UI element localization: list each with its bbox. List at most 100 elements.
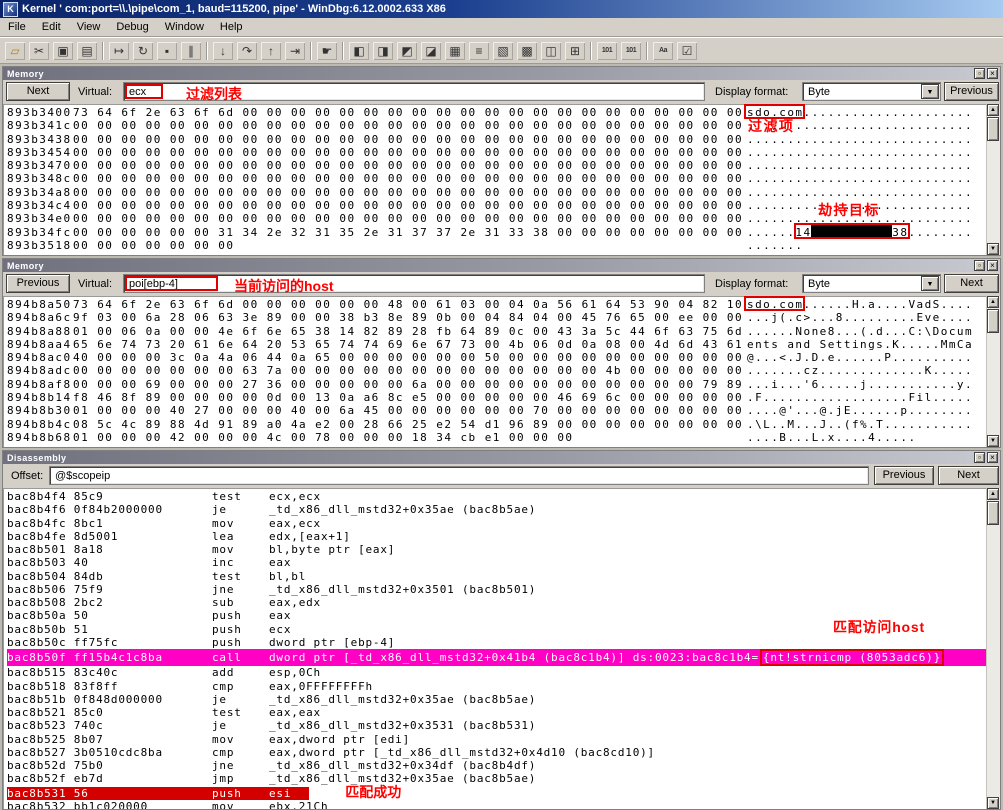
disassembly-row[interactable]: bac8b4fc 8bc1moveax,ecx [7,517,1000,530]
scroll-down-icon[interactable]: ▼ [987,243,999,255]
disassembly-window-icon[interactable]: ▧ [492,41,514,61]
memory2-display-format-select[interactable]: Byte ▼ [802,274,941,293]
memory2-virtual-input[interactable]: poi[ebp-4] 当前访问的host [123,274,705,293]
insert-breakpoint-icon[interactable]: ☛ [316,41,338,61]
menu-item-debug[interactable]: Debug [108,19,156,35]
memory1-next-button[interactable]: Next [6,82,70,101]
step-over-icon[interactable]: ↷ [236,41,258,61]
memory1-previous-button[interactable]: Previous [944,82,999,101]
step-out-icon[interactable]: ↑ [260,41,282,61]
disassembly-row[interactable]: bac8b50c ff75fcpushdword ptr [ebp-4] [7,636,1000,649]
disassembly-row[interactable]: bac8b521 85c0testeax,eax [7,706,1000,719]
memory1-scrollbar[interactable]: ▲ ▼ [986,104,1000,255]
disassembly-row[interactable]: bac8b52d 75b0jne_td_x86_dll_mstd32+0x34d… [7,759,1000,772]
disassembly-previous-button[interactable]: Previous [874,466,934,485]
break-icon[interactable]: ∥ [180,41,202,61]
disassembly-row[interactable]: bac8b52f eb7djmp_td_x86_dll_mstd32+0x35a… [7,772,1000,785]
window-float-button[interactable]: ▫ [974,452,985,463]
disassembly-row[interactable]: bac8b501 8a18movbl,byte ptr [eax] [7,543,1000,556]
stop-debugging-icon[interactable]: ▪ [156,41,178,61]
mem-ascii: .......cz.............K..... [747,364,973,377]
options-icon[interactable]: ☑ [676,41,698,61]
mem-address: 894b8a88 [7,325,73,338]
scratch-pad-icon[interactable]: ▩ [516,41,538,61]
source-mode-on-icon[interactable]: 101 [596,41,618,61]
window-close-button[interactable]: × [987,68,998,79]
disassembly-row[interactable]: bac8b508 2bc2subeax,edx [7,596,1000,609]
memory2-previous-button[interactable]: Previous [6,274,70,293]
run-to-cursor-icon[interactable]: ⇥ [284,41,306,61]
step-into-icon[interactable]: ↓ [212,41,234,61]
processes-window-icon[interactable]: ◫ [540,41,562,61]
paste-icon[interactable]: ▤ [76,41,98,61]
disassembly-row[interactable]: bac8b503 40inceax [7,556,1000,569]
registers-window-icon[interactable]: ◪ [420,41,442,61]
window-float-button[interactable]: ▫ [974,68,985,79]
copy-icon[interactable]: ▣ [52,41,74,61]
window-close-button[interactable]: × [987,260,998,271]
disassembly-row[interactable]: bac8b518 83f8ffcmpeax,0FFFFFFFFh [7,680,1000,693]
menu-item-view[interactable]: View [69,19,109,35]
disassembly-row[interactable]: bac8b523 740cje_td_x86_dll_mstd32+0x3531… [7,719,1000,732]
scroll-up-icon[interactable]: ▲ [987,296,999,308]
scroll-up-icon[interactable]: ▲ [987,488,999,500]
dropdown-arrow-icon[interactable]: ▼ [921,84,939,99]
scroll-down-icon[interactable]: ▼ [987,435,999,447]
offset-input[interactable]: @$scopeip [49,466,869,485]
memory2-display-format-value: Byte [808,278,830,290]
window-float-button[interactable]: ▫ [974,260,985,271]
dis-address-bytes: bac8b52f eb7d [7,772,212,785]
toolbar-separator [102,42,104,60]
menu-item-edit[interactable]: Edit [34,19,69,35]
disassembly-row[interactable]: bac8b525 8b07moveax,dword ptr [edi] [7,733,1000,746]
restart-icon[interactable]: ↻ [132,41,154,61]
watch-window-icon[interactable]: ◨ [372,41,394,61]
dropdown-arrow-icon[interactable]: ▼ [921,276,939,291]
memory2-next-button[interactable]: Next [944,274,999,293]
memory-window-icon[interactable]: ▦ [444,41,466,61]
menu-item-file[interactable]: File [0,19,34,35]
font-icon[interactable]: Aa [652,41,674,61]
source-mode-off-icon[interactable]: 101 [620,41,642,61]
open-source-file-icon[interactable]: ▱ [4,41,26,61]
memory1-display-format-select[interactable]: Byte ▼ [802,82,941,101]
disassembly-scrollbar[interactable]: ▲ ▼ [986,488,1000,809]
memory2-content[interactable]: 894b8a5073 64 6f 2e 63 6f 6d 00 00 00 00… [3,296,1000,447]
cut-icon[interactable]: ✂ [28,41,50,61]
disassembly-row[interactable]: bac8b50f ff15b4c1c8bacalldword ptr [_td_… [7,649,1000,666]
mem-hex-bytes: 01 00 06 0a 00 00 4e 6f 6e 65 38 14 82 8… [73,325,747,338]
disassembly-row[interactable]: bac8b532 bb1c020000movebx,21Ch [7,800,1000,809]
window-close-button[interactable]: × [987,452,998,463]
memory1-content[interactable]: 893b340073 64 6f 2e 63 6f 6d 00 00 00 00… [3,104,1000,255]
mem-hex-bytes: 00 00 00 00 00 00 31 34 2e 32 31 35 2e 3… [73,226,747,239]
disassembly-row[interactable]: bac8b527 3b0510cdc8bacmpeax,dword ptr [_… [7,746,1000,759]
disassembly-row[interactable]: bac8b531 56pushesi匹配成功 [7,786,1000,800]
disassembly-row[interactable]: bac8b4f6 0f84b2000000je_td_x86_dll_mstd3… [7,503,1000,516]
disassembly-rows: bac8b4f4 85c9testecx,ecxbac8b4f6 0f84b20… [7,490,1000,809]
scroll-up-icon[interactable]: ▲ [987,104,999,116]
dis-operands: bl,bl [269,570,306,583]
scroll-thumb[interactable] [987,501,999,525]
command-window-icon[interactable]: ◧ [348,41,370,61]
disassembly-row[interactable]: bac8b515 83c40caddesp,0Ch [7,666,1000,679]
menu-item-window[interactable]: Window [157,19,212,35]
command-browser-icon[interactable]: ⊞ [564,41,586,61]
memory2-scrollbar[interactable]: ▲ ▼ [986,296,1000,447]
disassembly-next-button[interactable]: Next [938,466,999,485]
go-icon[interactable]: ↦ [108,41,130,61]
disassembly-row[interactable]: bac8b506 75f9jne_td_x86_dll_mstd32+0x350… [7,583,1000,596]
disassembly-row[interactable]: bac8b4fe 8d5001leaedx,[eax+1] [7,530,1000,543]
scroll-down-icon[interactable]: ▼ [987,797,999,809]
disassembly-row[interactable]: bac8b504 84dbtestbl,bl [7,570,1000,583]
disassembly-content[interactable]: bac8b4f4 85c9testecx,ecxbac8b4f6 0f84b20… [3,488,1000,809]
call-stack-window-icon[interactable]: ≡ [468,41,490,61]
scroll-thumb[interactable] [987,117,999,141]
disassembly-row[interactable]: bac8b4f4 85c9testecx,ecx [7,490,1000,503]
memory1-virtual-input[interactable]: ecx 过滤列表 [123,82,705,101]
dis-address-bytes: bac8b4fc 8bc1 [7,517,212,530]
memory-row: 894b8af800 00 00 69 00 00 00 27 36 00 00… [7,378,1000,391]
menu-item-help[interactable]: Help [212,19,251,35]
scroll-thumb[interactable] [987,309,999,333]
disassembly-row[interactable]: bac8b51b 0f848d000000je_td_x86_dll_mstd3… [7,693,1000,706]
locals-window-icon[interactable]: ◩ [396,41,418,61]
